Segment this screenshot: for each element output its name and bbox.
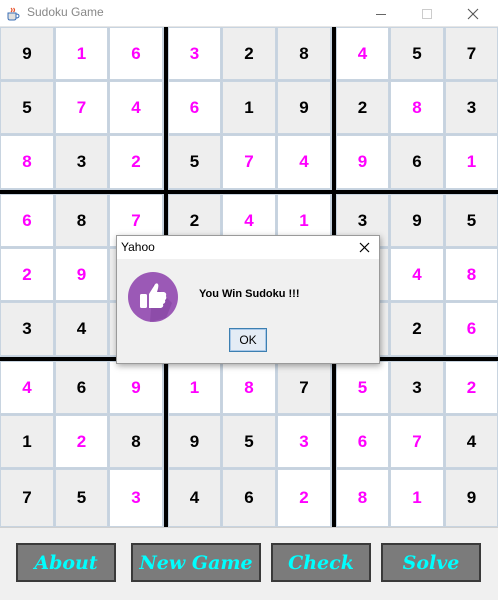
sudoku-cell[interactable]: 6 <box>336 415 389 468</box>
sudoku-cell[interactable]: 6 <box>168 81 221 134</box>
sudoku-cell[interactable]: 6 <box>445 302 498 356</box>
sudoku-cell[interactable]: 5 <box>222 415 276 468</box>
sudoku-cell[interactable]: 2 <box>55 415 108 468</box>
sudoku-cell[interactable]: 4 <box>55 302 108 356</box>
sudoku-cell[interactable]: 8 <box>55 194 108 247</box>
sudoku-cell[interactable]: 1 <box>222 81 276 134</box>
check-button[interactable]: Check <box>271 543 371 582</box>
sudoku-cell[interactable]: 8 <box>445 248 498 301</box>
dialog-titlebar[interactable]: Yahoo <box>117 236 379 259</box>
sudoku-cell[interactable]: 6 <box>0 194 54 247</box>
sudoku-cell[interactable]: 8 <box>222 361 276 414</box>
window-title: Sudoku Game <box>27 5 104 19</box>
sudoku-cell[interactable]: 7 <box>222 135 276 189</box>
sudoku-cell[interactable]: 9 <box>109 361 163 414</box>
sudoku-cell[interactable]: 2 <box>0 248 54 301</box>
sudoku-cell[interactable]: 9 <box>55 248 108 301</box>
maximize-button[interactable] <box>404 0 450 27</box>
sudoku-cell[interactable]: 2 <box>445 361 498 414</box>
sudoku-cell[interactable]: 7 <box>390 415 444 468</box>
sudoku-cell[interactable]: 4 <box>277 135 331 189</box>
sudoku-cell[interactable]: 5 <box>336 361 389 414</box>
sudoku-cell[interactable]: 2 <box>390 302 444 356</box>
minimize-icon <box>376 14 386 15</box>
sudoku-cell[interactable]: 8 <box>390 81 444 134</box>
close-icon <box>467 8 479 20</box>
window-titlebar[interactable]: Sudoku Game <box>0 0 498 27</box>
close-button[interactable] <box>450 0 496 27</box>
sudoku-cell[interactable]: 5 <box>445 194 498 247</box>
sudoku-cell[interactable]: 1 <box>168 361 221 414</box>
sudoku-cell[interactable]: 5 <box>55 469 108 527</box>
sudoku-cell[interactable]: 4 <box>390 248 444 301</box>
sudoku-cell[interactable]: 9 <box>277 81 331 134</box>
new-game-button[interactable]: New Game <box>131 543 261 582</box>
sudoku-cell[interactable]: 5 <box>390 27 444 80</box>
close-icon <box>359 242 370 253</box>
thumbs-up-icon <box>128 272 178 322</box>
sudoku-cell[interactable]: 7 <box>277 361 331 414</box>
sudoku-cell[interactable]: 6 <box>109 27 163 80</box>
sudoku-cell[interactable]: 6 <box>222 469 276 527</box>
sudoku-cell[interactable]: 1 <box>390 469 444 527</box>
sudoku-cell[interactable]: 2 <box>277 469 331 527</box>
sudoku-cell[interactable]: 9 <box>168 415 221 468</box>
sudoku-cell[interactable]: 2 <box>109 135 163 189</box>
sudoku-cell[interactable]: 7 <box>55 81 108 134</box>
sudoku-cell[interactable]: 1 <box>55 27 108 80</box>
sudoku-cell[interactable]: 9 <box>390 194 444 247</box>
sudoku-cell[interactable]: 4 <box>445 415 498 468</box>
sudoku-cell[interactable]: 3 <box>0 302 54 356</box>
sudoku-cell[interactable]: 3 <box>55 135 108 189</box>
about-button[interactable]: About <box>16 543 116 582</box>
sudoku-cell[interactable]: 4 <box>109 81 163 134</box>
sudoku-cell[interactable]: 5 <box>0 81 54 134</box>
sudoku-cell[interactable]: 6 <box>55 361 108 414</box>
sudoku-cell[interactable]: 8 <box>109 415 163 468</box>
ok-button[interactable]: OK <box>229 328 267 352</box>
sudoku-cell[interactable]: 1 <box>0 415 54 468</box>
java-cup-icon <box>5 6 21 22</box>
sudoku-cell[interactable]: 2 <box>336 81 389 134</box>
sudoku-cell[interactable]: 8 <box>336 469 389 527</box>
sudoku-cell[interactable]: 7 <box>445 27 498 80</box>
sudoku-cell[interactable]: 4 <box>0 361 54 414</box>
sudoku-cell[interactable]: 8 <box>277 27 331 80</box>
maximize-icon <box>422 9 432 19</box>
sudoku-cell[interactable]: 3 <box>109 469 163 527</box>
sudoku-cell[interactable]: 6 <box>390 135 444 189</box>
sudoku-cell[interactable]: 4 <box>168 469 221 527</box>
sudoku-cell[interactable]: 7 <box>0 469 54 527</box>
sudoku-cell[interactable]: 5 <box>168 135 221 189</box>
sudoku-cell[interactable]: 4 <box>336 27 389 80</box>
minimize-button[interactable] <box>358 0 404 27</box>
dialog-title: Yahoo <box>121 240 155 254</box>
win-dialog: Yahoo You Win Sudoku !!! OK <box>116 235 380 364</box>
sudoku-cell[interactable]: 1 <box>445 135 498 189</box>
sudoku-cell[interactable]: 3 <box>168 27 221 80</box>
sudoku-cell[interactable]: 3 <box>390 361 444 414</box>
block-separator-horizontal <box>0 190 498 194</box>
sudoku-cell[interactable]: 9 <box>445 469 498 527</box>
sudoku-cell[interactable]: 3 <box>445 81 498 134</box>
sudoku-cell[interactable]: 9 <box>336 135 389 189</box>
dialog-message: You Win Sudoku !!! <box>199 288 300 300</box>
sudoku-cell[interactable]: 8 <box>0 135 54 189</box>
sudoku-cell[interactable]: 2 <box>222 27 276 80</box>
sudoku-cell[interactable]: 3 <box>277 415 331 468</box>
button-bar: About New Game Check Solve <box>0 527 498 600</box>
solve-button[interactable]: Solve <box>381 543 481 582</box>
dialog-close-button[interactable] <box>355 238 375 257</box>
sudoku-cell[interactable]: 9 <box>0 27 54 80</box>
